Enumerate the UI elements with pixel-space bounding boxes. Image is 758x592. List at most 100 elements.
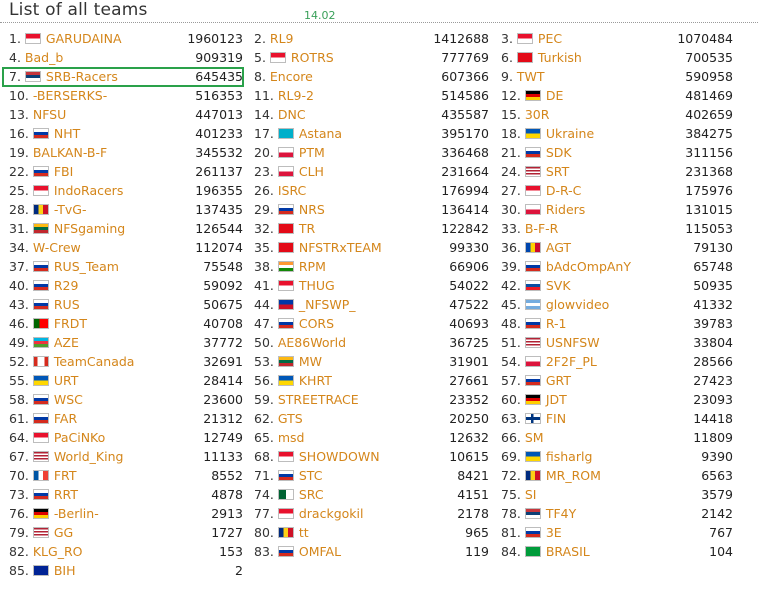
team-name-link[interactable]: -Berlin-: [54, 506, 99, 521]
team-name-link[interactable]: RL9: [270, 31, 294, 46]
team-name-link[interactable]: STREETRACE: [278, 392, 359, 407]
team-name-link[interactable]: MR_ROM: [546, 468, 601, 483]
team-name-link[interactable]: Riders: [546, 202, 585, 217]
team-name-link[interactable]: R-1: [546, 316, 567, 331]
team-name-link[interactable]: CORS: [299, 316, 334, 331]
team-name-link[interactable]: FBI: [54, 164, 73, 179]
team-name-link[interactable]: STC: [299, 468, 323, 483]
team-name-link[interactable]: GRT: [546, 373, 571, 388]
team-name-link[interactable]: TeamCanada: [54, 354, 135, 369]
team-name-link[interactable]: RUS: [54, 297, 80, 312]
team-name-link[interactable]: 30R: [525, 107, 550, 122]
team-name-link[interactable]: NHT: [54, 126, 80, 141]
team-name-link[interactable]: NFSTRxTEAM: [299, 240, 382, 255]
team-name-link[interactable]: 2F2F_PL: [546, 354, 597, 369]
team-name-link[interactable]: DNC: [278, 107, 306, 122]
team-name-link[interactable]: OMFAL: [299, 544, 341, 559]
flag-pt-icon: [32, 318, 49, 329]
team-name-link[interactable]: FRT: [54, 468, 77, 483]
team-name-link[interactable]: FAR: [54, 411, 77, 426]
team-name-link[interactable]: SDK: [546, 145, 572, 160]
team-score: 27661: [449, 373, 489, 388]
team-name-link[interactable]: -TvG-: [54, 202, 87, 217]
team-name-link[interactable]: 3E: [546, 525, 562, 540]
team-name-link[interactable]: RUS_Team: [54, 259, 119, 274]
team-name-link[interactable]: Ukraine: [546, 126, 594, 141]
team-entry: 71. STC: [254, 466, 322, 485]
team-name-link[interactable]: PaCiNKo: [54, 430, 105, 445]
team-name-link[interactable]: PTM: [299, 145, 325, 160]
team-name-link[interactable]: GG: [54, 525, 73, 540]
team-name-link[interactable]: Bad_b: [25, 50, 63, 65]
team-name-link[interactable]: CLH: [299, 164, 324, 179]
team-name-link[interactable]: NFSU: [33, 107, 66, 122]
team-name-link[interactable]: Astana: [299, 126, 342, 141]
team-name-link[interactable]: fisharlg: [546, 449, 593, 464]
team-name-link[interactable]: ROTRS: [291, 50, 334, 65]
team-name-link[interactable]: AGT: [546, 240, 571, 255]
team-rank: 73.: [9, 487, 33, 502]
team-name-link[interactable]: ISRC: [278, 183, 306, 198]
team-entry: 59. STREETRACE: [254, 390, 359, 409]
team-name-link[interactable]: AZE: [54, 335, 79, 350]
team-name-link[interactable]: KHRT: [299, 373, 332, 388]
team-name-link[interactable]: MW: [299, 354, 322, 369]
team-row: 64. PaCiNKo 12749 65. msd 12632 66. SM 11809: [0, 428, 740, 447]
team-name-link[interactable]: SHOWDOWN: [299, 449, 380, 464]
team-name-link[interactable]: FIN: [546, 411, 566, 426]
team-name-link[interactable]: PEC: [538, 31, 562, 46]
team-name-link[interactable]: tt: [299, 525, 309, 540]
team-name-link[interactable]: W-Crew: [33, 240, 81, 255]
team-name-link[interactable]: D-R-C: [546, 183, 582, 198]
team-name-link[interactable]: NRS: [299, 202, 325, 217]
team-name-link[interactable]: Encore: [270, 69, 313, 84]
team-name-link[interactable]: SVK: [546, 278, 571, 293]
team-name-link[interactable]: Turkish: [538, 50, 582, 65]
team-name-link[interactable]: SI: [525, 487, 537, 502]
team-name-link[interactable]: DE: [546, 88, 564, 103]
flag-ru-icon: [32, 280, 49, 291]
team-name-link[interactable]: THUG: [299, 278, 335, 293]
team-name-link[interactable]: URT: [54, 373, 79, 388]
team-name-link[interactable]: _NFSWP_: [299, 297, 356, 312]
team-rank: 15.: [501, 107, 525, 122]
team-name-link[interactable]: TWT: [517, 69, 545, 84]
team-name-link[interactable]: KLG_RO: [33, 544, 83, 559]
team-score: 1727: [211, 525, 243, 540]
team-name-link[interactable]: SRT: [546, 164, 569, 179]
team-name-link[interactable]: BALKAN-B-F: [33, 145, 107, 160]
team-name-link[interactable]: R29: [54, 278, 79, 293]
team-name-link[interactable]: B-F-R: [525, 221, 558, 236]
team-name-link[interactable]: WSC: [54, 392, 83, 407]
team-name-link[interactable]: SRC: [299, 487, 324, 502]
team-name-link[interactable]: GTS: [278, 411, 303, 426]
team-name-link[interactable]: TR: [299, 221, 315, 236]
flag-ua-icon: [277, 375, 294, 386]
team-rank: 77.: [254, 506, 278, 521]
team-score: 9390: [701, 449, 733, 464]
team-name-link[interactable]: bAdcOmpAnY: [546, 259, 631, 274]
team-row: 67. World_King 11133 68. SHOWDOWN 10615 69. …: [0, 447, 740, 466]
team-name-link[interactable]: glowvideo: [546, 297, 609, 312]
team-name-link[interactable]: SM: [525, 430, 544, 445]
team-name-link[interactable]: GARUDAINA: [46, 31, 122, 46]
team-entry: 15. 30R: [501, 105, 549, 124]
team-name-link[interactable]: AE86World: [278, 335, 346, 350]
team-rank: 60.: [501, 392, 525, 407]
team-name-link[interactable]: drackgokil: [299, 506, 364, 521]
team-name-link[interactable]: JDT: [546, 392, 567, 407]
team-name-link[interactable]: NFSgaming: [54, 221, 125, 236]
team-name-link[interactable]: BRASIL: [546, 544, 590, 559]
team-name-link[interactable]: RL9-2: [278, 88, 314, 103]
team-name-link[interactable]: FRDT: [54, 316, 87, 331]
team-name-link[interactable]: msd: [278, 430, 305, 445]
team-name-link[interactable]: USNFSW: [546, 335, 600, 350]
team-name-link[interactable]: World_King: [54, 449, 124, 464]
team-name-link[interactable]: BIH: [54, 563, 76, 578]
flag-ru-icon: [524, 318, 541, 329]
team-name-link[interactable]: RRT: [54, 487, 78, 502]
team-name-link[interactable]: -BERSERKS-: [33, 88, 107, 103]
team-name-link[interactable]: RPM: [299, 259, 326, 274]
team-name-link[interactable]: IndoRacers: [54, 183, 123, 198]
team-name-link[interactable]: TF4Y: [546, 506, 576, 521]
